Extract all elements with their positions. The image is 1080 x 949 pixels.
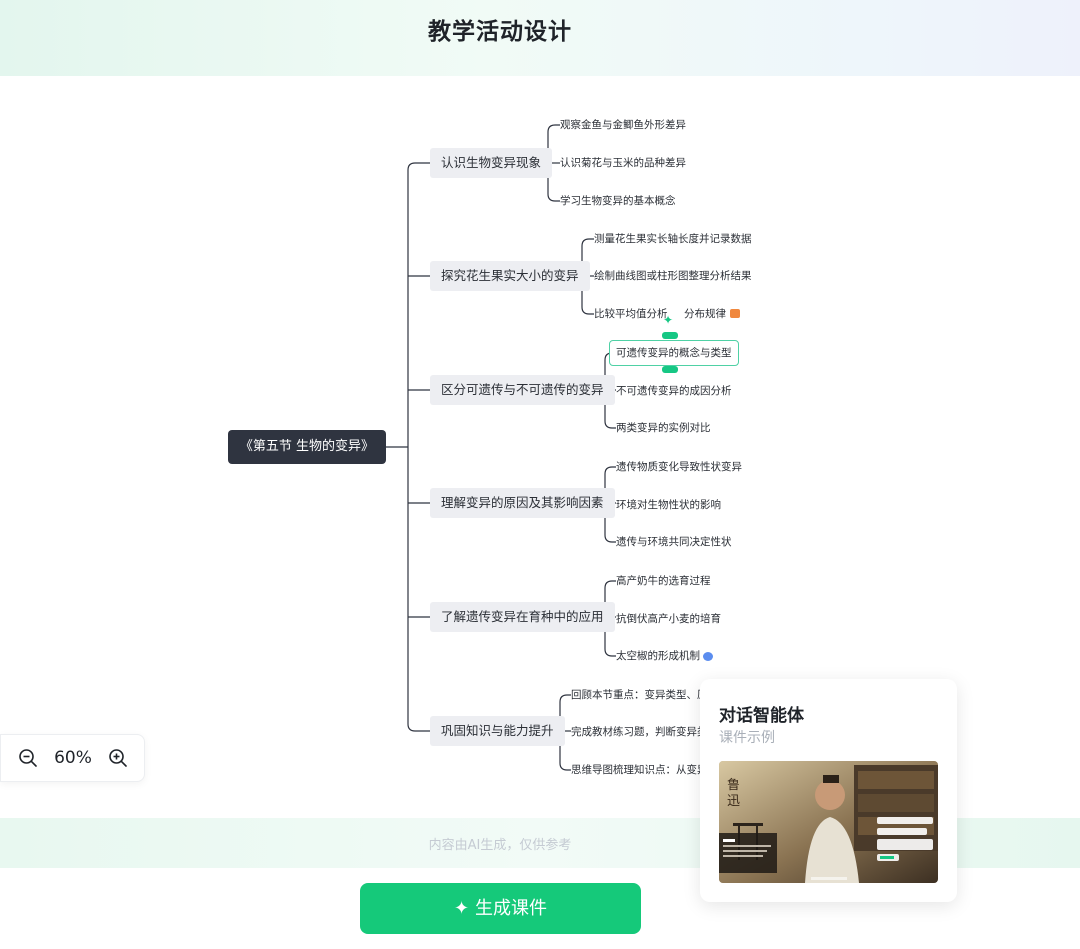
leaf-node[interactable]: 回顾本节重点：变异类型、原因 bbox=[571, 688, 718, 702]
leaf-node[interactable]: 学习生物变异的基本概念 bbox=[560, 194, 676, 208]
leaf-node[interactable]: 完成教材练习题，判断变异类型 bbox=[571, 725, 718, 739]
leaf-node[interactable]: 测量花生果实长轴长度并记录数据 bbox=[594, 232, 752, 246]
agent-card-subtitle: 课件示例 bbox=[719, 730, 775, 746]
zoom-level: 60% bbox=[54, 748, 92, 768]
branch-node-recognize-variation[interactable]: 认识生物变异现象 bbox=[430, 148, 553, 178]
generate-button-label: 生成课件 bbox=[475, 898, 548, 919]
leaf-node[interactable]: 认识菊花与玉米的品种差异 bbox=[560, 156, 686, 170]
leaf-node[interactable]: 遗传与环境共同决定性状 bbox=[616, 535, 732, 549]
leaf-node-continued[interactable]: 分布规律 bbox=[684, 307, 726, 321]
leaf-node[interactable]: 绘制曲线图或柱形图整理分析结果 bbox=[594, 269, 752, 283]
add-sibling-below-handle[interactable] bbox=[662, 366, 678, 373]
sparkle-icon[interactable]: ✦ bbox=[663, 313, 673, 327]
branch-node-breeding-application[interactable]: 了解遗传变异在育种中的应用 bbox=[430, 602, 615, 632]
sparkle-icon: ✦ bbox=[453, 898, 470, 919]
chat-emoji-icon bbox=[703, 652, 713, 661]
generate-courseware-button[interactable]: ✦ 生成课件 bbox=[360, 883, 641, 934]
book-emoji-icon bbox=[730, 309, 740, 318]
agent-card-title: 对话智能体 bbox=[719, 706, 804, 726]
header-bar: 教学活动设计 bbox=[0, 0, 1080, 76]
svg-text:鲁: 鲁 bbox=[727, 778, 740, 793]
branch-node-peanut-inquiry[interactable]: 探究花生果实大小的变异 bbox=[430, 261, 590, 291]
zoom-control: 60% bbox=[0, 734, 145, 782]
courseware-example-thumbnail[interactable]: 鲁 迅 bbox=[719, 761, 938, 883]
zoom-in-icon[interactable] bbox=[107, 747, 129, 769]
leaf-node[interactable]: 观察金鱼与金鲫鱼外形差异 bbox=[560, 118, 686, 132]
leaf-node[interactable]: 环境对生物性状的影响 bbox=[616, 498, 721, 512]
branch-node-heritable-variation[interactable]: 区分可遗传与不可遗传的变异 bbox=[430, 375, 615, 405]
mindmap-root-node[interactable]: 《第五节 生物的变异》 bbox=[228, 430, 386, 464]
leaf-node[interactable]: 不可遗传变异的成因分析 bbox=[616, 384, 732, 398]
svg-text:迅: 迅 bbox=[727, 794, 740, 809]
leaf-node[interactable]: 遗传物质变化导致性状变异 bbox=[616, 460, 742, 474]
leaf-node[interactable]: 两类变异的实例对比 bbox=[616, 421, 711, 435]
zoom-out-icon[interactable] bbox=[17, 747, 39, 769]
leaf-node[interactable]: 思维导图梳理知识点：从变异 bbox=[571, 763, 708, 777]
leaf-node-selected[interactable]: 可遗传变异的概念与类型 bbox=[609, 340, 739, 366]
leaf-node[interactable]: 比较平均值分析 bbox=[594, 307, 668, 321]
page-title: 教学活动设计 bbox=[428, 19, 572, 45]
agent-card[interactable]: 对话智能体 课件示例 鲁 迅 bbox=[700, 679, 957, 902]
branch-node-consolidation[interactable]: 巩固知识与能力提升 bbox=[430, 716, 565, 746]
branch-node-variation-causes[interactable]: 理解变异的原因及其影响因素 bbox=[430, 488, 615, 518]
leaf-node[interactable]: 高产奶牛的选育过程 bbox=[616, 574, 711, 588]
leaf-node[interactable]: 太空椒的形成机制 bbox=[616, 649, 700, 663]
leaf-node[interactable]: 抗倒伏高产小麦的培育 bbox=[616, 612, 721, 626]
add-sibling-above-handle[interactable] bbox=[662, 332, 678, 339]
courseware-thumbnail-illustration: 鲁 迅 bbox=[719, 761, 938, 883]
